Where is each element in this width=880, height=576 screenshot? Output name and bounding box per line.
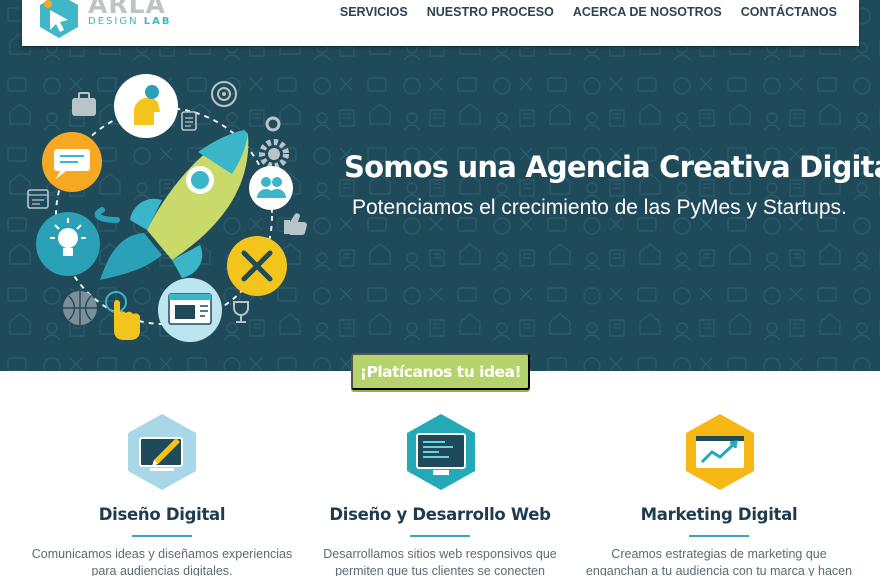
service-divider	[132, 535, 192, 537]
briefcase-icon	[72, 92, 96, 116]
nav-item-acerca-de-nosotros[interactable]: ACERCA DE NOSOTROS	[573, 5, 722, 19]
brand-logo[interactable]: ARLA DESIGN LAB	[36, 0, 176, 40]
main-nav: SERVICIOS NUESTRO PROCESO ACERCA DE NOSO…	[340, 5, 837, 19]
hero-subtitle: Potenciamos el crecimiento de las PyMes …	[352, 196, 847, 219]
idea-head-icon	[114, 74, 178, 138]
service-divider	[410, 535, 470, 537]
nav-item-contactanos[interactable]: CONTÁCTANOS	[741, 5, 837, 19]
design-tablet-icon	[128, 414, 196, 490]
service-description: Desarrollamos sitios web responsivos que…	[323, 547, 557, 576]
globe-icon	[63, 291, 97, 325]
hero-title: Somos una Agencia Creativa Digital.	[344, 150, 880, 184]
gear-icon	[259, 116, 289, 169]
top-navbar: ARLA DESIGN LAB SERVICIOS NUESTRO PROCES…	[22, 0, 859, 46]
code-window-icon	[407, 414, 475, 490]
hand-click-icon	[105, 291, 140, 340]
service-description: Creamos estrategias de marketing que eng…	[585, 547, 853, 576]
service-description: Comunicamos ideas y diseñamos experienci…	[31, 547, 293, 576]
brand-sub-suffix: LAB	[143, 16, 172, 27]
service-divider	[689, 535, 749, 537]
cta-button[interactable]: ¡Platícanos tu idea!	[351, 353, 530, 390]
growth-chart-icon	[686, 414, 754, 490]
brand-sub: DESIGN LAB	[88, 16, 171, 27]
service-title: Diseño Digital	[98, 505, 226, 524]
tools-icon	[227, 236, 287, 296]
hero-section: Somos una Agencia Creativa Digital. Pote…	[0, 0, 880, 371]
rocket-icon	[94, 130, 249, 280]
brand-sub-prefix: DESIGN	[88, 16, 139, 27]
chat-icon	[42, 132, 102, 192]
lightbulb-icon	[36, 212, 100, 276]
users-icon	[249, 166, 293, 210]
hero-illustration	[27, 74, 307, 342]
target-icon	[211, 81, 237, 107]
like-icon	[284, 213, 307, 236]
logo-mark-icon	[40, 0, 78, 38]
nav-item-servicios[interactable]: SERVICIOS	[340, 5, 408, 19]
service-title: Diseño y Desarrollo Web	[329, 505, 551, 524]
web-page-icon	[158, 278, 222, 342]
services-section: Diseño Digital Comunicamos ideas y diseñ…	[0, 371, 880, 576]
checklist-icon	[181, 111, 197, 131]
nav-item-nuestro-proceso[interactable]: NUESTRO PROCESO	[427, 5, 554, 19]
browser-icon	[27, 189, 49, 209]
trophy-icon	[233, 301, 249, 323]
service-title: Marketing Digital	[640, 505, 798, 524]
